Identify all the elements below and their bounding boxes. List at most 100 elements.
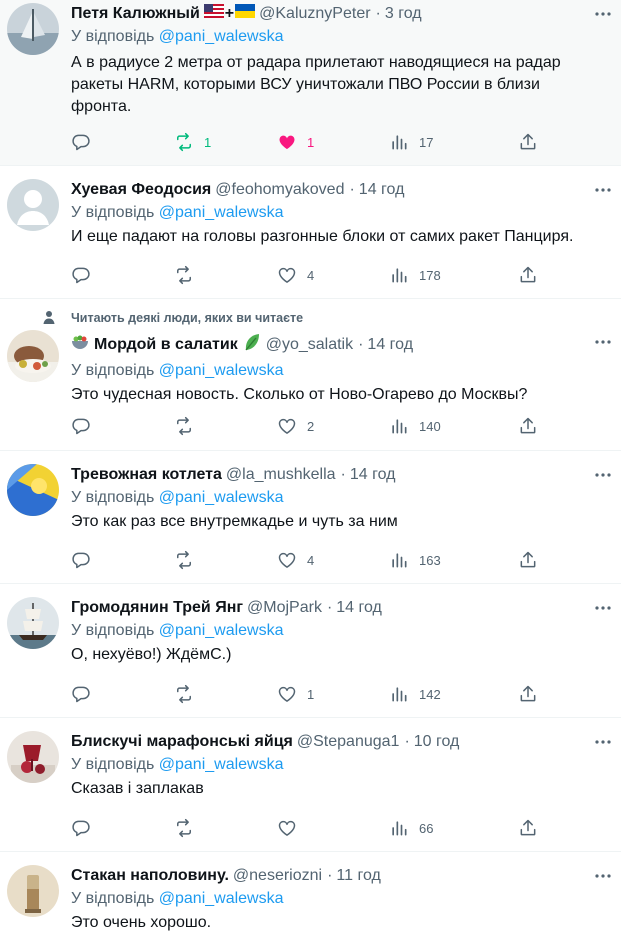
- timestamp[interactable]: 10 год: [414, 732, 460, 752]
- reply-prefix: У відповідь: [71, 890, 155, 907]
- reply-mention[interactable]: @pani_walewska: [159, 489, 284, 506]
- more-icon[interactable]: [593, 866, 613, 886]
- views-button[interactable]: 142: [389, 683, 441, 705]
- tweet-text: О, нехуёво!) ЖдёмС.): [71, 646, 232, 663]
- retweet-button[interactable]: 1: [174, 131, 211, 153]
- timestamp[interactable]: 14 год: [359, 180, 405, 200]
- timestamp[interactable]: 14 год: [367, 335, 413, 355]
- tweet[interactable]: Тревожная котлета @la_mushkella · 14 год…: [0, 451, 621, 584]
- author-handle[interactable]: @KaluznyPeter: [259, 4, 370, 24]
- reply-mention[interactable]: @pani_walewska: [159, 890, 284, 907]
- retweet-button[interactable]: [174, 415, 204, 437]
- views-count: 66: [419, 820, 434, 836]
- avatar[interactable]: [7, 3, 59, 55]
- separator: ·: [404, 733, 410, 750]
- views-button[interactable]: 17: [389, 131, 433, 153]
- reply-mention[interactable]: @pani_walewska: [159, 362, 284, 379]
- reply-button[interactable]: [71, 817, 91, 839]
- timestamp[interactable]: 11 год: [336, 866, 380, 886]
- tweet[interactable]: Блискучі марафонські яйця @Stepanuga1 · …: [0, 718, 621, 852]
- views-icon: [392, 135, 407, 150]
- views-button[interactable]: 140: [389, 415, 441, 437]
- tweet[interactable]: Читають деякі люди, яких ви читаєте Морд…: [0, 299, 621, 451]
- share-button[interactable]: [518, 415, 538, 437]
- author-handle[interactable]: @la_mushkella: [226, 465, 336, 485]
- tweet[interactable]: Петя Калюжный + @KaluznyPeter · 3 год У …: [0, 0, 621, 166]
- reply-mention[interactable]: @pani_walewska: [159, 204, 284, 221]
- reply-mention[interactable]: @pani_walewska: [159, 756, 284, 773]
- author-name[interactable]: Тревожная котлета: [71, 465, 222, 485]
- author-name[interactable]: Стакан наполовину.: [71, 866, 229, 886]
- views-button[interactable]: 66: [389, 817, 433, 839]
- views-button[interactable]: 178: [389, 264, 441, 286]
- author-handle[interactable]: @MojPark: [247, 598, 322, 618]
- author-handle[interactable]: @yo_salatik: [266, 335, 353, 355]
- like-count: 1: [307, 686, 315, 702]
- separator: ·: [358, 336, 364, 353]
- timestamp[interactable]: 14 год: [350, 465, 396, 485]
- tweet[interactable]: Громодянин Трей Янг @MojPark · 14 год У …: [0, 584, 621, 718]
- like-count: 4: [307, 267, 315, 283]
- avatar[interactable]: [7, 597, 59, 649]
- more-icon[interactable]: [593, 465, 613, 485]
- like-button[interactable]: 1: [277, 683, 314, 705]
- us-flag-icon: [203, 4, 224, 24]
- share-button[interactable]: [518, 549, 538, 571]
- reply-button[interactable]: [71, 549, 91, 571]
- views-button[interactable]: 163: [389, 549, 441, 571]
- author-name[interactable]: Мордой в салатик: [94, 335, 238, 355]
- like-button[interactable]: 1: [277, 131, 314, 153]
- avatar[interactable]: [7, 330, 59, 382]
- like-button[interactable]: 4: [277, 264, 314, 286]
- retweet-button[interactable]: [174, 264, 204, 286]
- author-name[interactable]: Петя Калюжный: [71, 4, 200, 24]
- tweet-header: Стакан наполовину. @neseriozni · 11 год: [71, 866, 613, 886]
- share-button[interactable]: [518, 131, 538, 153]
- reply-icon: [72, 686, 90, 703]
- views-count: 163: [419, 552, 441, 568]
- like-icon: [278, 418, 296, 434]
- reply-context: У відповідь @pani_walewska: [71, 360, 613, 382]
- separator: ·: [327, 867, 333, 884]
- avatar[interactable]: [7, 865, 59, 917]
- reply-prefix: У відповідь: [71, 362, 155, 379]
- retweet-button[interactable]: [174, 817, 204, 839]
- tweet[interactable]: Стакан наполовину. @neseriozni · 11 год …: [0, 852, 621, 940]
- share-button[interactable]: [518, 683, 538, 705]
- timestamp[interactable]: 14 год: [336, 598, 382, 618]
- author-name[interactable]: Хуевая Феодосия: [71, 180, 211, 200]
- reply-button[interactable]: [71, 683, 91, 705]
- retweet-button[interactable]: [174, 683, 204, 705]
- author-handle[interactable]: @feohomyakoved: [215, 180, 344, 200]
- more-icon[interactable]: [593, 4, 613, 24]
- like-button[interactable]: [277, 817, 307, 839]
- action-bar: 4 163: [71, 549, 541, 571]
- timestamp[interactable]: 3 год: [385, 4, 422, 24]
- reply-button[interactable]: [71, 131, 91, 153]
- more-icon[interactable]: [593, 732, 613, 752]
- author-name[interactable]: Громодянин Трей Янг: [71, 598, 243, 618]
- reply-mention[interactable]: @pani_walewska: [159, 28, 284, 45]
- share-button[interactable]: [518, 264, 538, 286]
- reply-mention[interactable]: @pani_walewska: [159, 622, 284, 639]
- share-button[interactable]: [518, 817, 538, 839]
- reply-prefix: У відповідь: [71, 28, 155, 45]
- tweet[interactable]: Хуевая Феодосия @feohomyakoved · 14 год …: [0, 166, 621, 299]
- views-icon: [392, 553, 407, 568]
- more-icon[interactable]: [593, 180, 613, 200]
- author-handle[interactable]: @Stepanuga1: [297, 732, 400, 752]
- like-button[interactable]: 4: [277, 549, 314, 571]
- avatar[interactable]: [7, 179, 59, 231]
- reply-context: У відповідь @pani_walewska: [71, 620, 613, 642]
- reply-button[interactable]: [71, 415, 91, 437]
- more-icon[interactable]: [593, 332, 613, 352]
- reply-button[interactable]: [71, 264, 91, 286]
- tweet-header: Хуевая Феодосия @feohomyakoved · 14 год: [71, 180, 613, 200]
- avatar[interactable]: [7, 731, 59, 783]
- like-button[interactable]: 2: [277, 415, 314, 437]
- author-handle[interactable]: @neseriozni: [233, 866, 322, 886]
- more-icon[interactable]: [593, 598, 613, 618]
- avatar[interactable]: [7, 464, 59, 516]
- retweet-button[interactable]: [174, 549, 204, 571]
- author-name[interactable]: Блискучі марафонські яйця: [71, 732, 293, 752]
